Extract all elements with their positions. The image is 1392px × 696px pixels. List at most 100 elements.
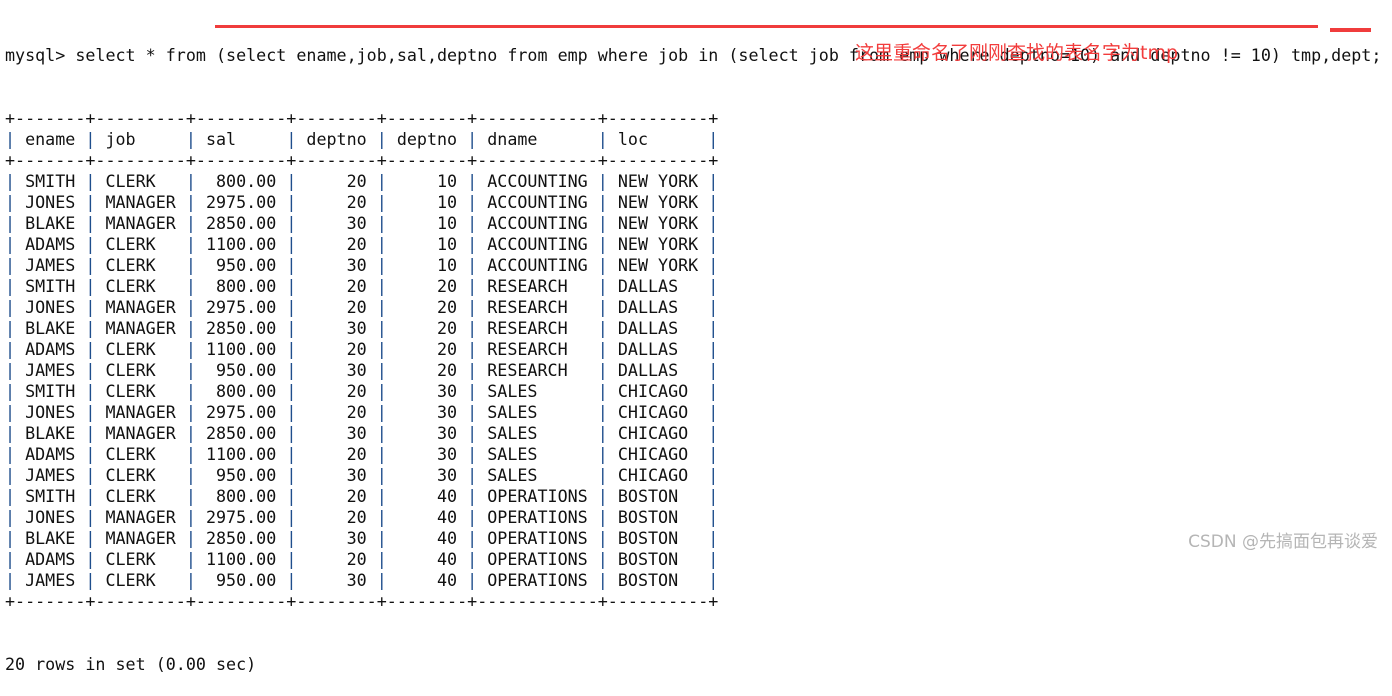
column-separator: | xyxy=(376,234,397,254)
table-cell: 2850.00 xyxy=(205,318,287,338)
table-cell: ADAMS xyxy=(25,549,86,569)
table-cell: CHICAGO xyxy=(617,465,709,485)
column-separator: | xyxy=(597,297,618,317)
column-separator: | xyxy=(5,549,26,569)
table-cell: CHICAGO xyxy=(617,381,709,401)
table-cell: 1100.00 xyxy=(205,234,287,254)
column-separator: | xyxy=(185,465,206,485)
table-cell: 40 xyxy=(396,507,468,527)
column-separator: | xyxy=(85,318,106,338)
column-separator: | xyxy=(5,465,26,485)
table-cell: 20 xyxy=(306,171,377,191)
column-separator: | xyxy=(5,255,26,275)
table-cell: ACCOUNTING xyxy=(487,213,598,233)
column-separator: | xyxy=(85,213,106,233)
column-separator: | xyxy=(85,276,106,296)
table-row: | JAMES | CLERK | 950.00 | 30 | 20 | RES… xyxy=(5,360,1381,381)
table-cell: DALLAS xyxy=(617,297,709,317)
table-cell: 30 xyxy=(306,318,377,338)
column-separator: | xyxy=(376,171,397,191)
column-separator: | xyxy=(286,507,307,527)
column-separator: | xyxy=(85,381,106,401)
column-separator: | xyxy=(85,129,106,149)
column-separator: | xyxy=(708,192,719,212)
table-cell: CLERK xyxy=(105,234,186,254)
table-cell: 1100.00 xyxy=(205,549,287,569)
column-separator: | xyxy=(467,297,488,317)
column-separator: | xyxy=(286,297,307,317)
result-summary: 20 rows in set (0.00 sec) xyxy=(5,654,257,674)
column-separator: | xyxy=(5,486,26,506)
column-separator: | xyxy=(185,423,206,443)
column-separator: | xyxy=(5,129,26,149)
table-cell: 20 xyxy=(306,507,377,527)
table-cell: 30 xyxy=(306,528,377,548)
table-cell: MANAGER xyxy=(105,402,186,422)
table-cell: OPERATIONS xyxy=(487,570,598,590)
table-cell: SMITH xyxy=(25,276,86,296)
table-cell: CLERK xyxy=(105,339,186,359)
table-cell: 20 xyxy=(306,549,377,569)
table-row: | SMITH | CLERK | 800.00 | 20 | 30 | SAL… xyxy=(5,381,1381,402)
column-separator: | xyxy=(185,255,206,275)
column-separator: | xyxy=(376,402,397,422)
column-separator: | xyxy=(376,297,397,317)
table-cell: CLERK xyxy=(105,360,186,380)
column-separator: | xyxy=(185,297,206,317)
table-cell: CHICAGO xyxy=(617,423,709,443)
column-separator: | xyxy=(376,276,397,296)
column-separator: | xyxy=(5,339,26,359)
column-separator: | xyxy=(185,570,206,590)
column-separator: | xyxy=(286,192,307,212)
dept-underline xyxy=(1330,28,1371,32)
table-cell: deptno xyxy=(396,129,468,149)
column-separator: | xyxy=(5,507,26,527)
column-separator: | xyxy=(376,339,397,359)
table-cell: CLERK xyxy=(105,276,186,296)
table-cell: ADAMS xyxy=(25,339,86,359)
column-separator: | xyxy=(185,486,206,506)
table-cell: SALES xyxy=(487,402,598,422)
column-separator: | xyxy=(376,360,397,380)
column-separator: | xyxy=(376,255,397,275)
column-separator: | xyxy=(286,318,307,338)
table-cell: CLERK xyxy=(105,570,186,590)
table-cell: BOSTON xyxy=(617,549,709,569)
column-separator: | xyxy=(85,549,106,569)
table-cell: DALLAS xyxy=(617,360,709,380)
column-separator: | xyxy=(286,129,307,149)
table-cell: BLAKE xyxy=(25,423,86,443)
column-separator: | xyxy=(286,171,307,191)
column-separator: | xyxy=(286,486,307,506)
table-row: | SMITH | CLERK | 800.00 | 20 | 10 | ACC… xyxy=(5,171,1381,192)
table-cell: BLAKE xyxy=(25,318,86,338)
table-row: | JONES | MANAGER | 2975.00 | 20 | 40 | … xyxy=(5,507,1381,528)
table-cell: JONES xyxy=(25,192,86,212)
column-separator: | xyxy=(286,255,307,275)
column-separator: | xyxy=(708,444,719,464)
column-separator: | xyxy=(597,507,618,527)
table-cell: ADAMS xyxy=(25,444,86,464)
column-separator: | xyxy=(597,423,618,443)
column-separator: | xyxy=(85,255,106,275)
column-separator: | xyxy=(708,171,719,191)
column-separator: | xyxy=(286,402,307,422)
table-cell: 2850.00 xyxy=(205,528,287,548)
column-separator: | xyxy=(185,213,206,233)
table-cell: BOSTON xyxy=(617,528,709,548)
table-cell: SALES xyxy=(487,465,598,485)
column-separator: | xyxy=(5,213,26,233)
column-separator: | xyxy=(5,192,26,212)
table-cell: MANAGER xyxy=(105,318,186,338)
column-separator: | xyxy=(185,444,206,464)
column-separator: | xyxy=(708,234,719,254)
prompt: mysql> xyxy=(5,45,76,65)
table-cell: JAMES xyxy=(25,570,86,590)
column-separator: | xyxy=(286,570,307,590)
table-cell: NEW YORK xyxy=(617,171,709,191)
table-cell: SALES xyxy=(487,381,598,401)
table-cell: 20 xyxy=(306,402,377,422)
column-separator: | xyxy=(467,423,488,443)
table-cell: sal xyxy=(205,129,287,149)
table-cell: 20 xyxy=(396,360,468,380)
